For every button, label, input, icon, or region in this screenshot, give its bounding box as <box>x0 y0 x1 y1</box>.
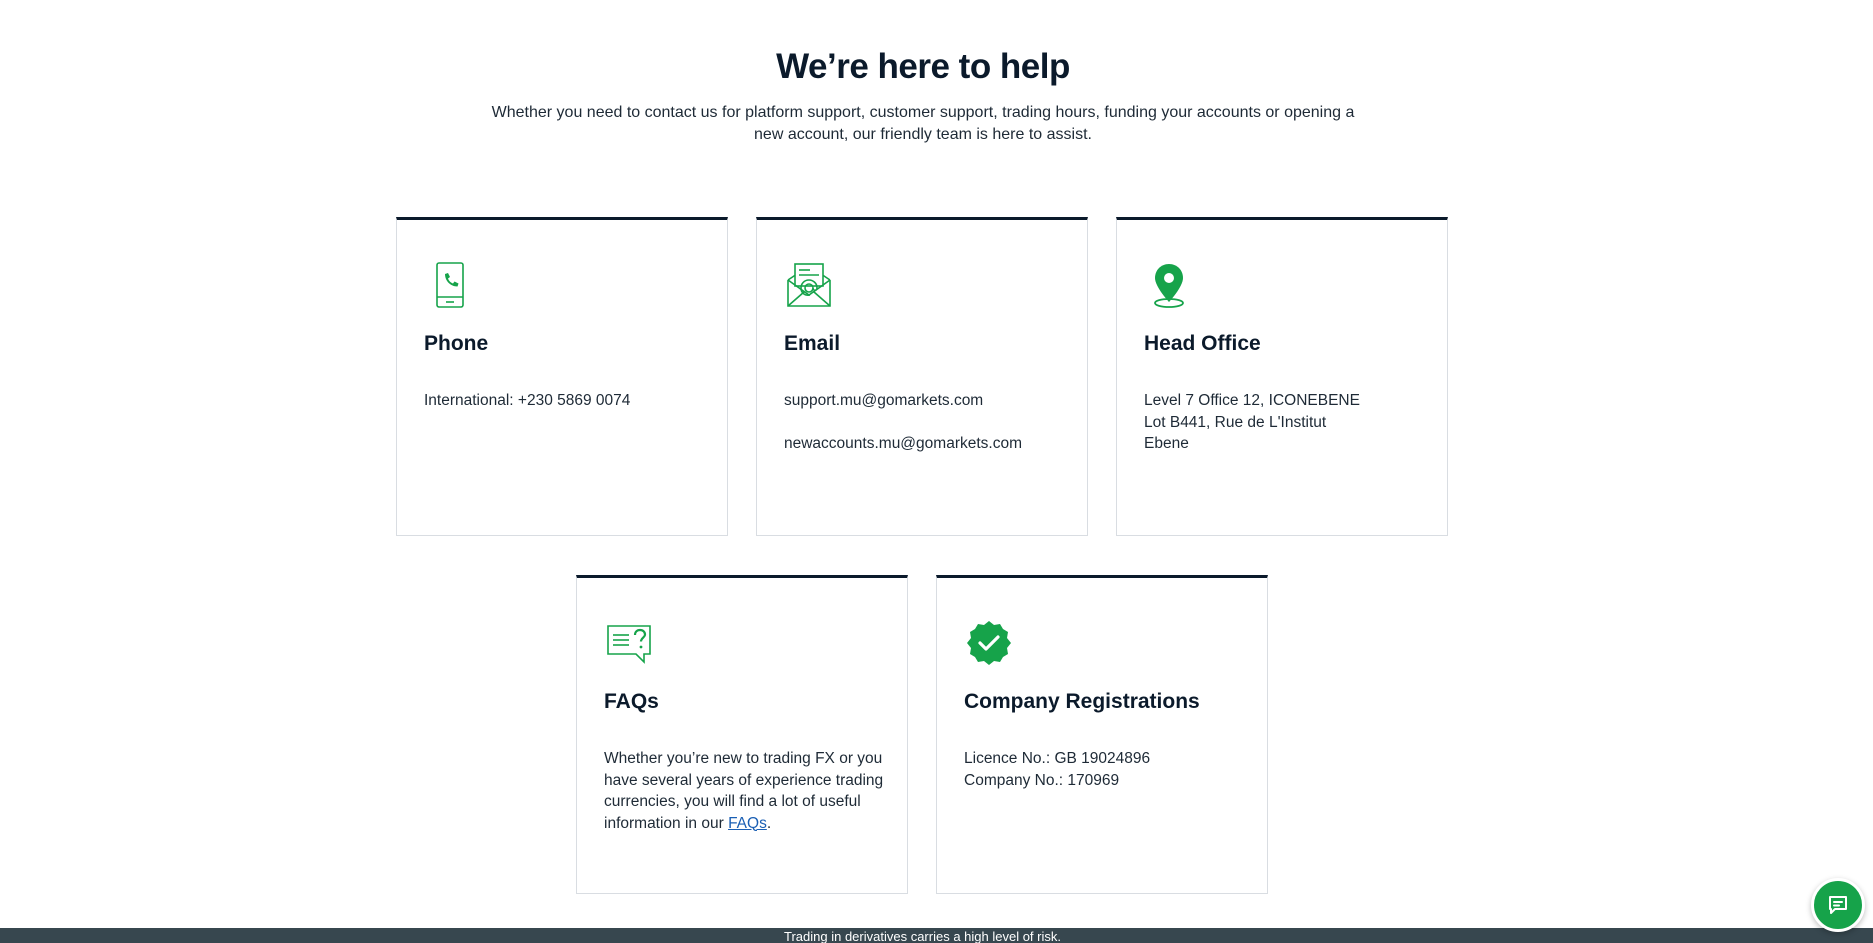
phone-card: Phone International: +230 5869 0074 <box>396 217 728 536</box>
office-address-line-1: Level 7 Office 12, ICONEBENE <box>1144 392 1360 409</box>
head-office-card: Head Office Level 7 Office 12, ICONEBENE… <box>1116 217 1448 536</box>
chat-icon <box>1829 896 1847 914</box>
intro-text: Whether you need to contact us for platf… <box>491 104 1355 143</box>
faqs-link[interactable]: FAQs <box>728 815 767 832</box>
phone-card-title: Phone <box>424 332 489 355</box>
office-address-line-2: Lot B441, Rue de L'Institut <box>1144 413 1327 431</box>
company-registrations-card-title: Company Registrations <box>964 690 1200 713</box>
phone-icon <box>424 260 474 310</box>
email-card-title: Email <box>784 332 841 355</box>
licence-number: Licence No.: GB 19024896 <box>964 750 1151 767</box>
page-title: We’re here to help <box>776 47 1070 87</box>
faq-chat-icon <box>604 618 654 668</box>
head-office-card-title: Head Office <box>1144 332 1261 355</box>
email-icon <box>784 260 834 310</box>
email-card: Email support.mu@gomarkets.com newaccoun… <box>756 217 1088 536</box>
company-number: Company No.: 170969 <box>964 771 1120 789</box>
location-pin-icon <box>1144 260 1194 310</box>
email-support-link[interactable]: support.mu@gomarkets.com <box>784 390 1069 412</box>
risk-warning-bar: Trading in derivatives carries a high le… <box>0 928 1873 943</box>
verified-badge-icon <box>964 618 1014 668</box>
faqs-text-end: . <box>766 814 772 832</box>
email-newaccounts-link[interactable]: newaccounts.mu@gomarkets.com <box>784 433 1069 455</box>
company-registrations-card: Company Registrations Licence No.: GB 19… <box>936 575 1268 894</box>
office-address-line-3: Ebene <box>1144 435 1189 452</box>
faqs-card: FAQs Whether you’re new to trading FX or… <box>576 575 908 894</box>
faqs-card-title: FAQs <box>604 690 659 713</box>
chat-button[interactable] <box>1811 878 1865 932</box>
faqs-description: Whether you’re new to trading FX or you … <box>604 748 889 834</box>
phone-international[interactable]: International: +230 5869 0074 <box>424 390 709 412</box>
risk-warning-text: Trading in derivatives carries a high le… <box>784 929 1061 943</box>
